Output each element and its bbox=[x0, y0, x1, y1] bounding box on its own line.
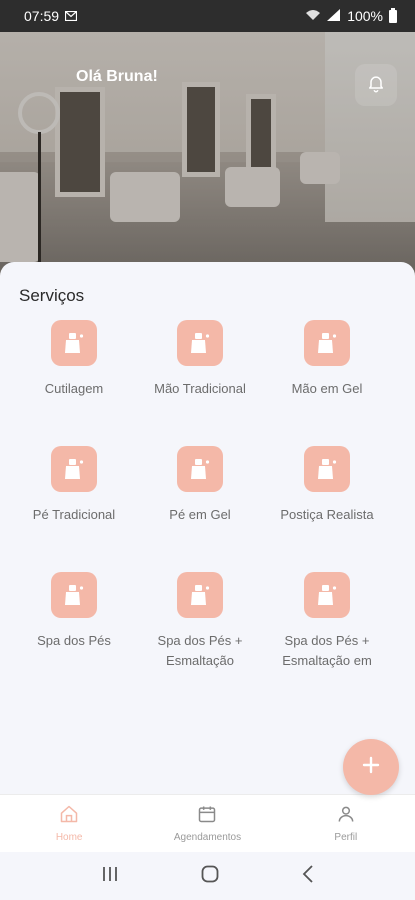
nail-polish-icon bbox=[51, 320, 97, 366]
section-title: Serviços bbox=[19, 286, 85, 305]
bell-icon bbox=[366, 73, 386, 98]
nail-polish-icon bbox=[177, 572, 223, 618]
calendar-icon bbox=[197, 804, 217, 829]
home-icon bbox=[59, 804, 79, 829]
status-time: 07:59 bbox=[24, 8, 60, 24]
service-label: Postiça Realista bbox=[280, 507, 374, 522]
hero-image bbox=[0, 32, 415, 282]
nav-label: Agendamentos bbox=[173, 832, 242, 843]
service-pe-tradicional[interactable]: Pé Tradicional bbox=[8, 446, 140, 525]
service-mao-tradicional[interactable]: Mão Tradicional bbox=[134, 320, 266, 399]
nail-polish-icon bbox=[304, 320, 350, 366]
service-label: Cutilagem bbox=[44, 381, 104, 396]
service-mao-em-gel[interactable]: Mão em Gel bbox=[261, 320, 393, 399]
services-panel: Serviços Cutilagem Mão Tradicional Mão e… bbox=[0, 262, 415, 794]
status-bar: 07:59 100% bbox=[0, 0, 415, 32]
service-spa-dos-pes-esmaltacao[interactable]: Spa dos Pés + Esmaltação bbox=[134, 572, 266, 671]
service-spa-dos-pes[interactable]: Spa dos Pés bbox=[8, 572, 140, 651]
service-postica-realista[interactable]: Postiça Realista bbox=[261, 446, 393, 525]
nail-polish-icon bbox=[51, 446, 97, 492]
nail-polish-icon bbox=[177, 446, 223, 492]
notifications-button[interactable] bbox=[355, 64, 397, 106]
nail-polish-icon bbox=[304, 446, 350, 492]
service-spa-dos-pes-esmaltacao-em[interactable]: Spa dos Pés + Esmaltação em bbox=[261, 572, 393, 671]
home-system-button[interactable] bbox=[201, 865, 219, 888]
nav-label: Perfil bbox=[334, 832, 358, 843]
service-label: Spa dos Pés bbox=[37, 633, 111, 648]
service-label: Mão em Gel bbox=[291, 381, 363, 396]
battery-percentage: 100% bbox=[347, 8, 383, 24]
service-label: Spa dos Pés + Esmaltação bbox=[157, 633, 243, 668]
service-label: Spa dos Pés + Esmaltação em bbox=[282, 633, 372, 668]
system-navigation-bar bbox=[0, 852, 415, 900]
plus-icon bbox=[361, 755, 381, 780]
service-label: Pé em Gel bbox=[169, 507, 231, 522]
wifi-icon bbox=[305, 8, 321, 24]
nav-label: Home bbox=[55, 832, 83, 843]
bottom-navigation: Home Agendamentos Perfil bbox=[0, 794, 415, 852]
user-icon bbox=[336, 804, 356, 829]
nail-polish-icon bbox=[304, 572, 350, 618]
mail-icon bbox=[64, 8, 78, 24]
battery-icon bbox=[389, 7, 397, 23]
nail-polish-icon bbox=[177, 320, 223, 366]
service-pe-em-gel[interactable]: Pé em Gel bbox=[134, 446, 266, 525]
service-cutilagem[interactable]: Cutilagem bbox=[8, 320, 140, 399]
add-button[interactable] bbox=[343, 739, 399, 795]
greeting-text: Olá Bruna! bbox=[76, 68, 158, 85]
recent-apps-button[interactable] bbox=[101, 866, 119, 887]
service-label: Mão Tradicional bbox=[154, 381, 246, 396]
back-button[interactable] bbox=[302, 864, 314, 888]
nail-polish-icon bbox=[51, 572, 97, 618]
nav-item-agendamentos[interactable]: Agendamentos bbox=[138, 795, 276, 852]
nav-item-home[interactable]: Home bbox=[0, 795, 138, 852]
service-label: Pé Tradicional bbox=[32, 507, 116, 522]
signal-icon bbox=[327, 8, 341, 24]
nav-item-perfil[interactable]: Perfil bbox=[277, 795, 415, 852]
